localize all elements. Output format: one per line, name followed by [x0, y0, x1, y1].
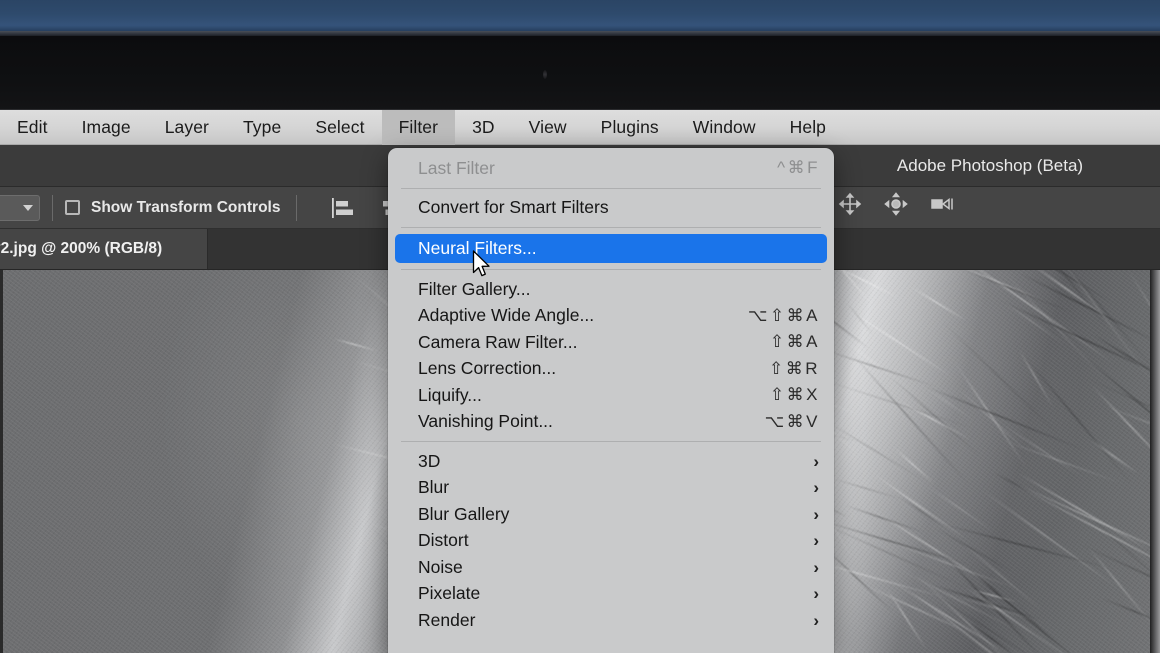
move-tool-icon[interactable] — [838, 192, 862, 221]
canvas-left-edge — [0, 270, 3, 653]
menu-item-blur[interactable]: Blur › — [388, 475, 834, 502]
menu-item-label: Pixelate — [418, 583, 481, 604]
menu-item-convert-for-smart-filters[interactable]: Convert for Smart Filters — [388, 195, 834, 222]
transform-icon[interactable] — [884, 192, 908, 221]
menu-item-shortcut: ⌥⌘V — [764, 411, 820, 431]
menu-item-camera-raw-filter[interactable]: Camera Raw Filter... ⇧⌘A — [388, 329, 834, 356]
chevron-right-icon: › — [813, 557, 819, 577]
menu-separator — [401, 269, 821, 270]
panel-icon-group — [838, 192, 958, 221]
menu-item-label: Noise — [418, 556, 463, 577]
chevron-right-icon: › — [813, 451, 819, 471]
screen: Edit Image Layer Type Select Filter 3D View Plug… — [0, 0, 1160, 653]
menu-item-vanishing-point[interactable]: Vanishing Point... ⌥⌘V — [388, 409, 834, 436]
menu-item-label: Distort — [418, 530, 469, 551]
document-tab[interactable]: y2.jpg @ 200% (RGB/8) — [0, 229, 208, 269]
menubar-item-filter[interactable]: Filter — [381, 109, 456, 145]
menu-item-adaptive-wide-angle[interactable]: Adaptive Wide Angle... ⌥⇧⌘A — [388, 303, 834, 330]
show-transform-controls-checkbox[interactable] — [65, 200, 80, 215]
mode-select[interactable]: er — [0, 194, 40, 221]
chevron-right-icon: › — [813, 531, 819, 551]
menu-item-shortcut: ⇧⌘A — [769, 332, 820, 352]
menu-item-label: Last Filter — [418, 157, 495, 178]
menu-item-3d[interactable]: 3D › — [388, 448, 834, 475]
menu-item-label: Liquify... — [418, 384, 482, 405]
menu-item-label: 3D — [418, 450, 441, 471]
menubar-item-help[interactable]: Help — [773, 110, 843, 145]
app-title: Adobe Photoshop (Beta) — [896, 156, 1084, 175]
options-divider-2 — [296, 194, 298, 221]
align-left-edges-icon[interactable] — [329, 196, 355, 220]
chevron-right-icon: › — [813, 478, 819, 498]
menu-item-shortcut: ⌥⇧⌘A — [747, 305, 820, 325]
menubar-item-plugins[interactable]: Plugins — [584, 110, 676, 145]
menu-item-pixelate[interactable]: Pixelate › — [388, 581, 834, 608]
chevron-right-icon: › — [813, 504, 819, 524]
menubar-item-type[interactable]: Type — [226, 110, 298, 145]
show-transform-controls-label: Show Transform Controls — [91, 198, 281, 216]
menu-separator — [401, 187, 821, 189]
bezel-body — [0, 36, 1160, 112]
desktop-wallpaper-strip — [0, 0, 1160, 34]
os-menu-bar: Edit Image Layer Type Select Filter 3D View Plug… — [0, 109, 1160, 145]
menu-item-shortcut: ⇧⌘X — [769, 385, 820, 405]
video-timeline-icon[interactable] — [930, 193, 958, 220]
menu-item-noise[interactable]: Noise › — [388, 554, 834, 581]
chevron-right-icon: › — [813, 584, 819, 604]
menu-item-label: Adaptive Wide Angle... — [418, 305, 595, 326]
menu-item-filter-gallery[interactable]: Filter Gallery... — [388, 276, 834, 303]
menu-item-label: Lens Correction... — [418, 358, 557, 379]
menu-item-shortcut: ^⌘F — [777, 158, 820, 178]
filter-dropdown-menu[interactable]: Last Filter ^⌘F Convert for Smart Filters N… — [388, 148, 834, 653]
menu-item-render[interactable]: Render › — [388, 607, 834, 634]
options-divider — [52, 194, 53, 221]
menu-item-liquify[interactable]: Liquify... ⇧⌘X — [388, 382, 834, 409]
document-tab-label: y2.jpg @ 200% (RGB/8) — [0, 240, 163, 257]
menu-item-label: Filter Gallery... — [418, 278, 531, 299]
menubar-item-view[interactable]: View — [512, 110, 584, 145]
canvas-right-edge — [1150, 270, 1160, 653]
menu-item-label: Render — [418, 609, 476, 630]
menubar-item-image[interactable]: Image — [65, 110, 148, 145]
menu-separator — [401, 227, 821, 228]
chevron-down-icon — [23, 204, 33, 211]
menu-item-shortcut: ⇧⌘R — [768, 358, 820, 378]
menubar-item-select[interactable]: Select — [298, 110, 381, 145]
menu-item-label: Convert for Smart Filters — [418, 197, 609, 218]
menu-item-blur-gallery[interactable]: Blur Gallery › — [388, 501, 834, 528]
monitor-bezel — [0, 0, 1160, 112]
chevron-right-icon: › — [813, 610, 819, 630]
menu-item-label: Neural Filters... — [418, 238, 537, 258]
menu-separator — [401, 441, 821, 442]
menu-item-last-filter: Last Filter ^⌘F — [388, 155, 834, 182]
menu-item-label: Vanishing Point... — [418, 411, 553, 432]
menubar-item-window[interactable]: Window — [676, 110, 773, 145]
menubar-item-3d[interactable]: 3D — [455, 110, 512, 145]
menu-item-distort[interactable]: Distort › — [388, 528, 834, 555]
menubar-item-edit[interactable]: Edit — [0, 110, 65, 145]
webcam-icon — [543, 70, 547, 79]
menubar-item-layer[interactable]: Layer — [148, 110, 226, 145]
menu-item-label: Blur Gallery — [418, 503, 510, 524]
menu-item-lens-correction[interactable]: Lens Correction... ⇧⌘R — [388, 356, 834, 383]
menu-item-label: Camera Raw Filter... — [418, 331, 578, 352]
menu-item-neural-filters[interactable]: Neural Filters... — [395, 234, 827, 263]
menu-item-label: Blur — [418, 477, 450, 498]
